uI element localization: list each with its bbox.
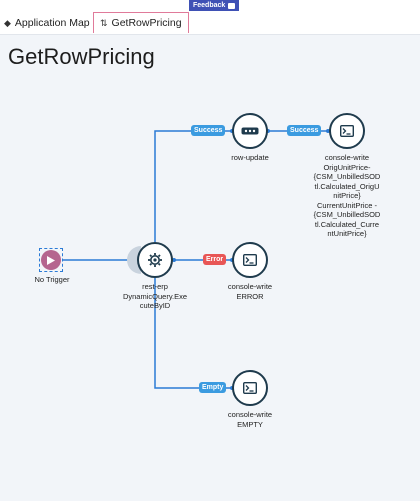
console-write-empty-node[interactable] xyxy=(232,370,268,406)
node-label: console-write EMPTY xyxy=(227,410,273,429)
success-badge: Success xyxy=(191,125,226,136)
success-badge: Success xyxy=(287,125,322,136)
node-label: console-write ERROR xyxy=(227,282,273,301)
node-label: console-write OrigUnitPrice- {CSM_Unbill… xyxy=(313,153,381,238)
terminal-icon xyxy=(243,254,257,266)
table-row-icon xyxy=(241,127,259,135)
empty-badge: Empty xyxy=(199,382,227,393)
console-write-error-node[interactable] xyxy=(232,242,268,278)
gear-icon xyxy=(148,253,162,267)
rest-erp-node[interactable] xyxy=(137,242,173,278)
no-trigger-node[interactable] xyxy=(41,250,61,270)
terminal-icon xyxy=(243,382,257,394)
flow-connectors xyxy=(62,129,330,390)
node-label: No Trigger xyxy=(34,275,70,284)
error-badge: Error xyxy=(203,254,227,265)
play-icon xyxy=(47,255,55,265)
node-label: rest-erp DynamicQuery.Exe cuteByID xyxy=(122,282,188,310)
row-update-node[interactable] xyxy=(232,113,268,149)
connector-rest-success xyxy=(154,130,232,242)
console-write-success-node[interactable] xyxy=(329,113,365,149)
terminal-icon xyxy=(340,125,354,137)
node-label: row-update xyxy=(231,153,269,162)
